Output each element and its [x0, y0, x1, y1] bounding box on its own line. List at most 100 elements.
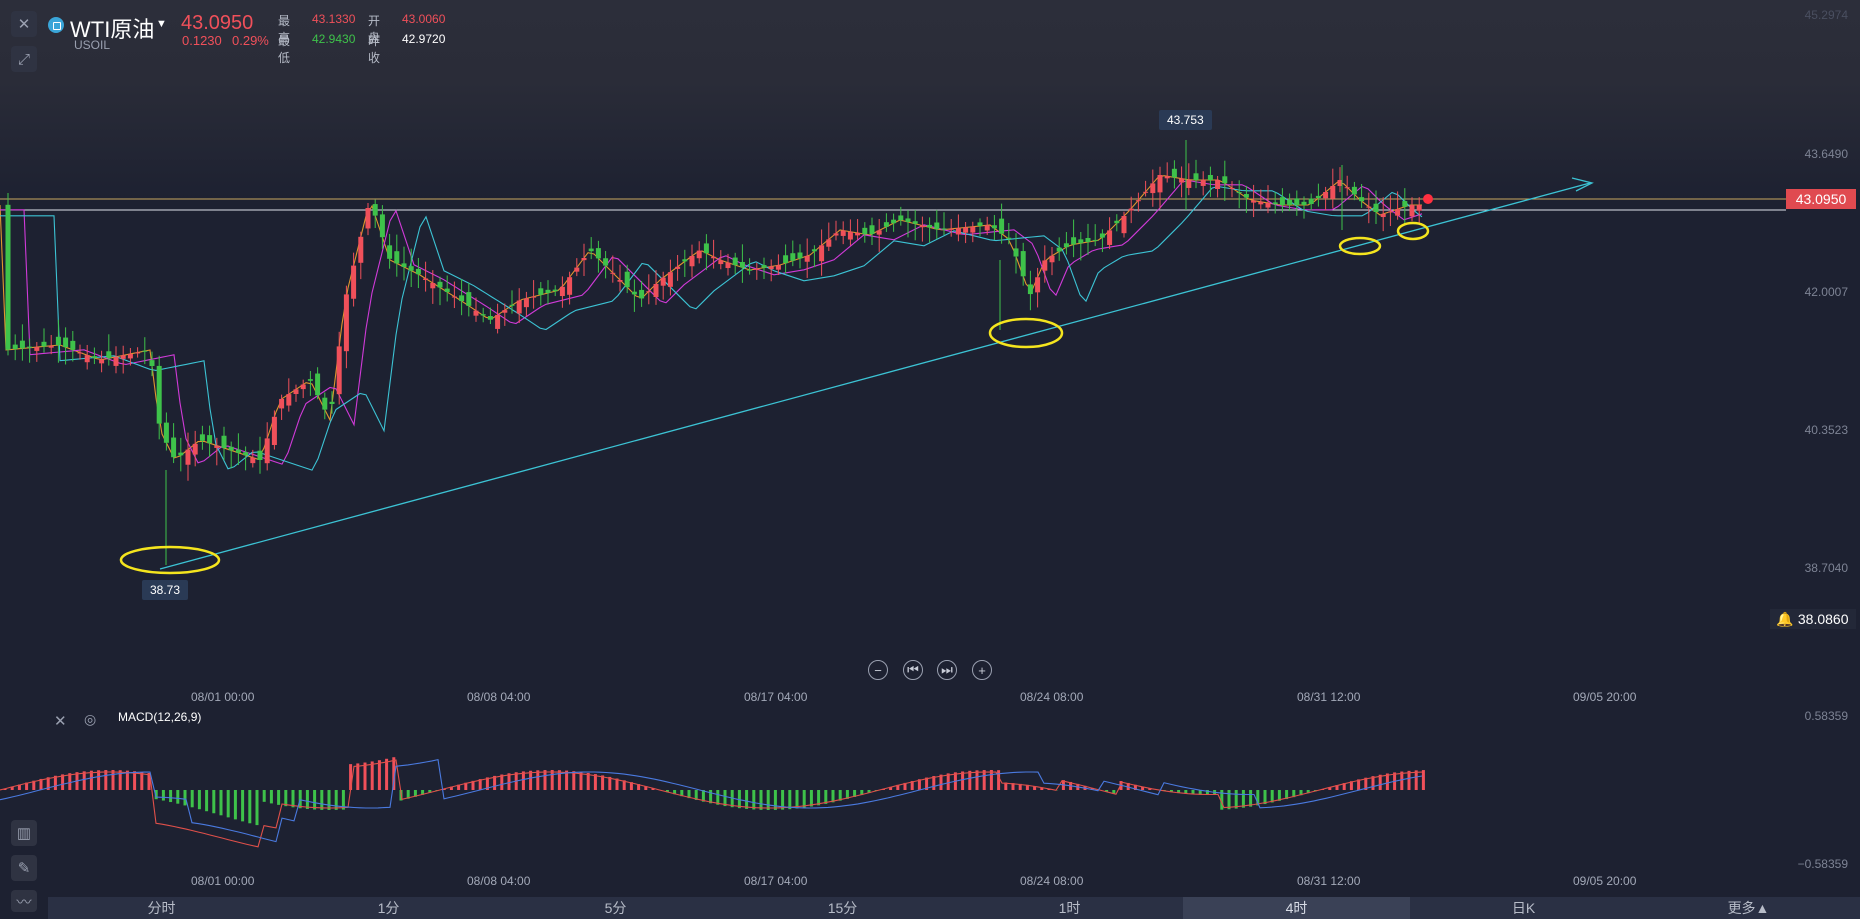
candle-body [343, 294, 349, 352]
tab-timeframe[interactable]: 5分 [502, 897, 729, 919]
candle-body [279, 398, 285, 409]
candle-body [415, 268, 421, 275]
candle-body [826, 239, 832, 247]
candle-body [891, 219, 897, 224]
step-back-icon[interactable]: ⏮ [903, 660, 923, 680]
candle-body [243, 452, 249, 456]
candle-body [264, 438, 270, 464]
candle-body [970, 226, 976, 233]
macd-bar [226, 790, 230, 818]
highlight-circle-right1 [1338, 236, 1382, 256]
macd-bar [284, 790, 288, 807]
macd-bar [802, 790, 806, 808]
candle-body [149, 360, 155, 366]
candle-body [495, 314, 501, 329]
tab-timeframe[interactable]: 分时 [48, 897, 275, 919]
candle-body [653, 284, 659, 298]
candle-body [603, 258, 609, 266]
candle-body [1143, 191, 1149, 193]
bell-icon[interactable]: 🔔 [1776, 609, 1793, 629]
indicator-icon[interactable]: ▥ [11, 820, 37, 846]
candle-body [120, 355, 126, 359]
close-indicator-icon[interactable]: ✕ [54, 712, 67, 730]
candle-body [905, 218, 911, 222]
candle-body [574, 267, 580, 272]
candle-body [1107, 230, 1113, 245]
macd-bar [1414, 770, 1418, 790]
zoom-in-icon[interactable]: + [972, 660, 992, 680]
close-icon[interactable]: ✕ [11, 11, 37, 37]
candle-body [667, 272, 673, 287]
macd-bar [507, 773, 511, 790]
macd-bar [248, 790, 252, 824]
macd-bar [104, 770, 108, 790]
candle-body [552, 289, 558, 292]
candle-body [624, 271, 630, 288]
macd-bar [89, 770, 93, 790]
candle-body [1229, 188, 1235, 189]
draw-tool-icon[interactable]: ⤢ [11, 46, 37, 72]
candle-body [682, 259, 688, 262]
alert-price: 38.0860 [1797, 611, 1849, 627]
macd-axis-top: 0.58359 [1804, 709, 1848, 723]
macd-bar [593, 774, 597, 790]
candle-body [127, 353, 133, 359]
macd-bar [1400, 771, 1404, 790]
price-change: 0.1230 [182, 33, 222, 48]
candle-body [459, 295, 465, 302]
tab-timeframe[interactable]: 1时 [956, 897, 1183, 919]
tab-more[interactable]: 更多▲ [1637, 897, 1860, 919]
tab-timeframe[interactable]: 日K [1410, 897, 1637, 919]
price-axis-label-2: 42.0007 [1804, 285, 1848, 299]
price-axis-top: 45.2974 [1804, 8, 1848, 22]
candle-body [703, 243, 709, 254]
candle-body [358, 236, 364, 263]
candle-body [797, 252, 803, 259]
pen-icon[interactable]: ✎ [11, 855, 37, 881]
high-value: 43.1330 [312, 12, 356, 26]
price-change-pct: 0.29% [232, 33, 269, 48]
candle-body [293, 389, 299, 395]
candle-body [631, 291, 637, 295]
candlestick-chart[interactable] [0, 0, 1860, 919]
macd-bar [817, 790, 821, 806]
zoom-out-icon[interactable]: − [868, 660, 888, 680]
macd-bar [788, 790, 792, 810]
alert-price-tag[interactable]: 🔔 38.0860 [1770, 609, 1856, 629]
macd-bar [161, 790, 165, 801]
candle-body [1099, 233, 1105, 238]
current-price-tag: 43.0950 [1786, 189, 1856, 209]
candle-body [207, 435, 213, 444]
candle-body [768, 266, 774, 270]
macd-bar [197, 790, 201, 810]
candle-body [819, 245, 825, 262]
macd-bar [1407, 770, 1411, 790]
macd-bar [716, 790, 720, 805]
tab-timeframe[interactable]: 1分 [275, 897, 502, 919]
candle-body [135, 352, 141, 354]
candle-body [963, 227, 969, 233]
tab-timeframe[interactable]: 15分 [729, 897, 956, 919]
chevron-down-icon[interactable]: ▼ [156, 18, 167, 30]
candle-body [1373, 203, 1379, 212]
candle-body [142, 350, 148, 352]
macd-bar [1385, 773, 1389, 790]
candle-body [855, 232, 861, 236]
macd-bar [773, 790, 777, 810]
candle-body [48, 345, 54, 348]
candle-body [516, 300, 522, 314]
candle-body [235, 449, 241, 453]
step-forward-icon[interactable]: ⏭ [937, 660, 957, 680]
settings-icon[interactable]: ◎ [84, 711, 96, 728]
candle-body [977, 222, 983, 226]
candle-body [502, 310, 508, 313]
highlight-circle-mid [988, 317, 1064, 349]
candle-body [1035, 277, 1041, 293]
line-chart-icon[interactable]: 〰 [11, 890, 37, 912]
candle-body [595, 248, 601, 259]
candle-body [1323, 192, 1329, 199]
candle-body [1193, 173, 1199, 180]
tab-timeframe-active[interactable]: 4时 [1183, 897, 1410, 919]
candle-body [660, 277, 666, 286]
macd-bar [269, 790, 273, 804]
